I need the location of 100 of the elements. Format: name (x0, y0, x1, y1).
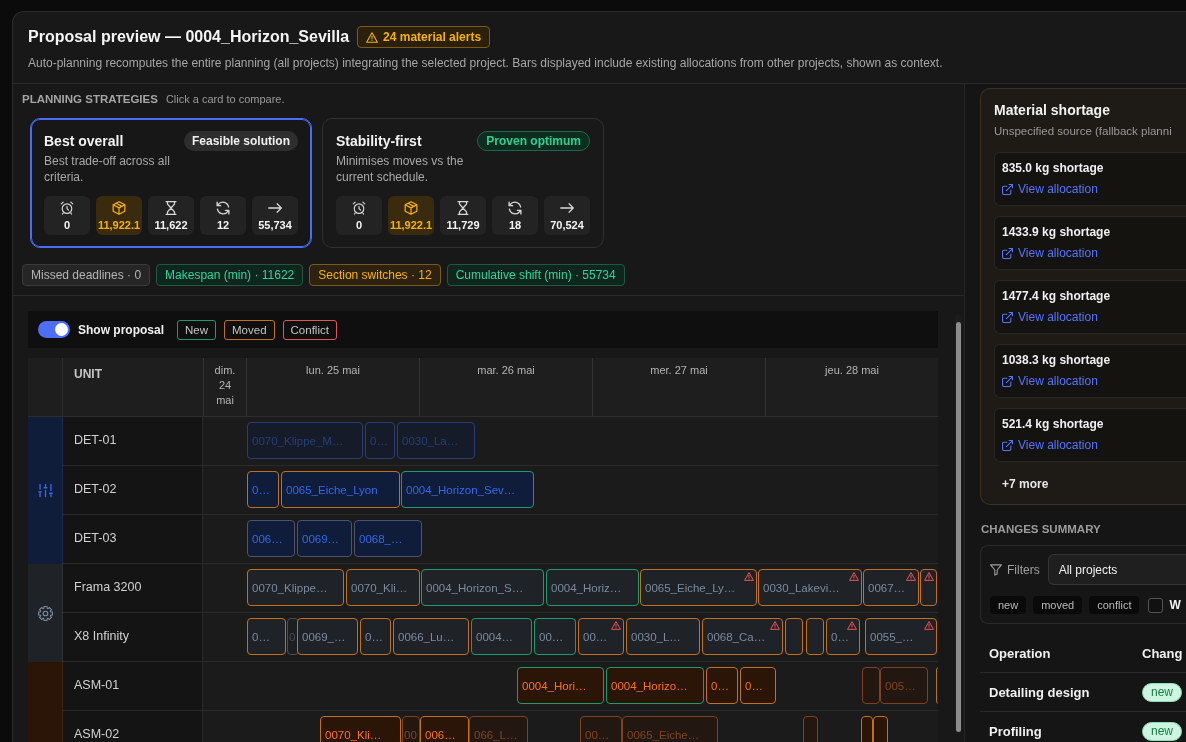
bar-label: 0030_Lakevi… (763, 581, 840, 594)
operation-name: Profiling (989, 723, 1043, 739)
change-tag: new (1142, 683, 1182, 702)
card-description: Minimises moves vs the current schedule. (336, 153, 465, 185)
view-allocation-link[interactable]: View allocation (1002, 245, 1098, 261)
bar-label: 0066_Lu… (398, 630, 455, 643)
bar-label: 0004_Horizon_Sev… (406, 483, 516, 496)
unit-name: ASM-01 (63, 662, 203, 710)
bar-label: 006… (425, 728, 456, 741)
filter-icon (990, 563, 1002, 576)
dialog-title: Proposal preview — 0004_Horizon_Sevilla (28, 27, 350, 47)
metric-value: 12 (216, 218, 230, 232)
shortage-title: Material shortage (994, 101, 1111, 119)
shortage-amount: 521.4 kg shortage (1002, 416, 1105, 432)
warning-icon (611, 621, 621, 630)
filters-label: Filters (1007, 562, 1040, 577)
change-tag: new (1142, 722, 1182, 741)
metric-value: 0 (63, 218, 71, 232)
bar-label: 0004_Horizon_S… (426, 581, 524, 594)
bar-label: 0070_Kli… (325, 728, 382, 741)
checkbox[interactable] (1148, 597, 1164, 613)
strategy-card[interactable]: Best overall Feasible solution Best trade-off across all criteria. 0 11,922.1 11,622 12 55,734 (30, 118, 312, 248)
external-link-icon (1002, 311, 1013, 323)
bar-label: 0… (365, 630, 383, 643)
shortage-amount: 1477.4 kg shortage (1002, 288, 1112, 304)
dialog-subtitle: Auto-planning recomputes the entire planning (all projects) integrating the selected project. Bars displayed include existing allocations from other projects, shown as context. (28, 55, 944, 71)
filter-chip[interactable]: moved (1033, 596, 1083, 614)
day-header: dim. 24 mai (203, 358, 246, 416)
day-header: mer. 27 mai (592, 358, 765, 416)
status-tag: Feasible solution (184, 131, 298, 151)
warning-icon (924, 621, 934, 630)
unit-name: ASM-02 (63, 711, 203, 742)
filter-chip[interactable]: conflict (1089, 596, 1140, 614)
view-allocation-link[interactable]: View allocation (1002, 309, 1098, 325)
bar-label: 00… (583, 630, 608, 643)
external-link-icon (1002, 375, 1013, 387)
warning-icon (744, 572, 754, 581)
unit-name: DET-01 (63, 417, 203, 465)
bar-label: 0065_Eiche_Ly… (645, 581, 736, 594)
view-allocation-link[interactable]: View allocation (1002, 181, 1098, 197)
shortage-amount: 1433.9 kg shortage (1002, 224, 1112, 240)
kpi-chip: Missed deadlines · 0 (22, 264, 151, 286)
warning-icon (849, 572, 859, 581)
refresh-icon (508, 201, 522, 215)
metric-value: 70,524 (550, 218, 584, 232)
shortage-amount: 1038.3 kg shortage (1002, 352, 1112, 368)
status-tag: Proven optimum (477, 131, 590, 151)
project-select[interactable]: All projects (1047, 554, 1186, 585)
bar-label: 00… (539, 630, 564, 643)
bar-label: 0067… (868, 581, 906, 594)
card-title: Best overall (44, 133, 124, 149)
bar-label: 066_L… (474, 728, 518, 741)
bar-label: 0068_Ca… (707, 630, 766, 643)
warning-icon (906, 572, 916, 581)
metric-value: 11,922.1 (389, 218, 433, 232)
bar-label: 00… (585, 728, 610, 741)
box-icon (404, 201, 418, 215)
unit-name: DET-02 (63, 466, 203, 514)
shortage-subtitle: Unspecified source (fallback planni (994, 124, 1173, 139)
alarm-clock-icon (60, 201, 74, 215)
view-allocation-link[interactable]: View allocation (1002, 373, 1098, 389)
bar-label: 0030_L… (631, 630, 681, 643)
refresh-icon (216, 201, 230, 215)
bar-label: 0004_Horiz… (551, 581, 622, 594)
column-header: Chang (1142, 646, 1184, 662)
legend-chip: Conflict (282, 319, 337, 340)
warning-icon (924, 572, 934, 581)
warning-icon (770, 621, 780, 630)
bar-label: 0004… (476, 630, 514, 643)
kpi-chip: Section switches · 12 (309, 264, 441, 286)
legend-chip: Moved (224, 319, 275, 340)
metric-value: 11,729 (446, 218, 480, 232)
bar-label: 0070_Klippe… (252, 581, 328, 594)
strategy-card[interactable]: Stability-first Proven optimum Minimises moves vs the current schedule. 0 11,922.1 11,729 18 70,524 (322, 118, 604, 248)
metric-value: 55,734 (258, 218, 292, 232)
hourglass-icon (164, 201, 178, 215)
bar-label: 0… (370, 434, 388, 447)
operation-name: Detailing design (989, 684, 1091, 700)
checkbox-label: W (1169, 598, 1181, 612)
metric-value: 11,922.1 (97, 218, 141, 232)
unit-name: DET-03 (63, 515, 203, 563)
bar-label: 0070_Klippe_M… (252, 434, 344, 447)
sliders-icon (37, 483, 53, 498)
hourglass-icon (456, 201, 470, 215)
filter-chip[interactable]: new (990, 596, 1027, 614)
toggle-label: Show proposal (78, 322, 164, 337)
scrollbar-thumb[interactable] (956, 322, 961, 732)
bar-label: 0… (252, 630, 270, 643)
kpi-chip: Makespan (min) · 11622 (156, 264, 304, 286)
bar-label: 0… (711, 679, 729, 692)
card-title: Stability-first (336, 133, 422, 149)
bar-label: 0070_Kli… (351, 581, 408, 594)
legend-chip: New (177, 319, 217, 340)
kpi-chip: Cumulative shift (min) · 55734 (446, 264, 625, 286)
alerts-count: 24 material alerts (383, 30, 482, 44)
more-link[interactable]: +7 more (1002, 476, 1049, 492)
day-header: lun. 25 mai (246, 358, 419, 416)
bar-label: 0069… (302, 532, 340, 545)
show-proposal-toggle[interactable] (38, 321, 70, 338)
view-allocation-link[interactable]: View allocation (1002, 437, 1098, 453)
